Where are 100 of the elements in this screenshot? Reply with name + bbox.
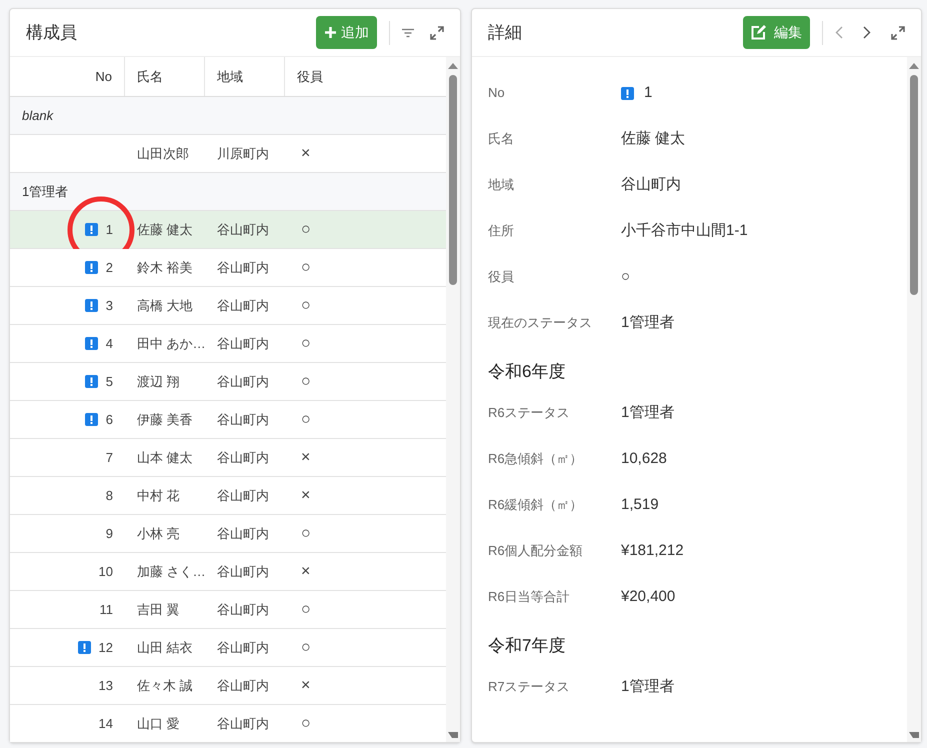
table-row[interactable]: 6 伊藤 美香 谷山町内 ○: [10, 401, 446, 439]
field-label: R6急傾斜（㎡）: [488, 450, 584, 467]
table-cell-text: 谷山町内: [217, 410, 269, 429]
edit-icon: [751, 25, 766, 40]
table-row[interactable]: 3 高橋 大地 谷山町内 ○: [10, 287, 446, 325]
table-row[interactable]: 8 中村 花 谷山町内 ×: [10, 477, 446, 515]
scrollbar-thumb[interactable]: [910, 75, 918, 295]
field-value: 1,519: [621, 495, 659, 515]
table-row[interactable]: 10 加藤 さく… 谷山町内 ×: [10, 553, 446, 591]
table-cell-text: ○: [300, 296, 311, 316]
table-row[interactable]: 2 鈴木 裕美 谷山町内 ○: [10, 249, 446, 287]
table-cell-text: 谷山町内: [217, 258, 269, 277]
table-cell-text: 小林 亮: [137, 524, 180, 543]
table-cell-text: 谷山町内: [217, 600, 269, 619]
table-row[interactable]: 11 吉田 翼 谷山町内 ○: [10, 591, 446, 629]
field-value: ¥20,400: [621, 587, 676, 607]
table-cell-text: 12: [98, 638, 113, 657]
table-cell-text: 渡辺 翔: [137, 372, 180, 391]
table-cell-text: 加藤 さく…: [137, 562, 206, 581]
column-header[interactable]: 地域: [205, 57, 285, 96]
scroll-up-icon[interactable]: [448, 63, 458, 69]
table-row[interactable]: 7 山本 健太 谷山町内 ×: [10, 439, 446, 477]
table-cell-text: 5: [106, 372, 113, 391]
table-cell-text: 田中 あか…: [137, 334, 206, 353]
field-value: 谷山町内: [621, 175, 681, 195]
table-cell-text: 谷山町内: [217, 486, 269, 505]
section-heading: 令和6年度: [488, 361, 566, 384]
table-cell-text: 7: [106, 448, 113, 467]
table-cell-text: 谷山町内: [217, 714, 269, 733]
table-cell-text: ○: [300, 258, 311, 278]
table-cell-text: 6: [106, 410, 113, 429]
table-cell-text: 谷山町内: [217, 220, 269, 239]
column-header[interactable]: No: [10, 57, 125, 96]
column-header[interactable]: 氏名: [125, 57, 205, 96]
table-cell-text: 吉田 翼: [137, 600, 180, 619]
field-label: R6個人配分金額: [488, 542, 584, 559]
previous-icon[interactable]: [835, 26, 843, 39]
table-cell-text: 川原町内: [217, 144, 269, 163]
table-cell-text: 9: [106, 524, 113, 543]
field-value: 1管理者: [621, 403, 674, 423]
plus-icon: [324, 26, 337, 39]
scrollbar-thumb[interactable]: [449, 75, 457, 285]
table-cell-text: 11: [100, 600, 113, 619]
table-cell-text: 13: [98, 676, 113, 695]
table-cell-text: 2: [106, 258, 113, 277]
table-cell-text: 山田 結衣: [137, 638, 193, 657]
table-cell-text: 谷山町内: [217, 334, 269, 353]
table-cell-text: 1: [106, 220, 113, 239]
field-value: ○: [621, 267, 630, 287]
field-value: 佐藤 健太: [621, 129, 686, 149]
table-cell-text: 山本 健太: [137, 448, 193, 467]
table-cell-text: 佐々木 誠: [137, 676, 193, 695]
table-cell-text: 鈴木 裕美: [137, 258, 193, 277]
table-cell-text: 中村 花: [137, 486, 180, 505]
table-cell-text: ○: [300, 220, 311, 240]
field-label: R6日当等合計: [488, 588, 571, 605]
field-label: 地域: [488, 176, 515, 193]
table-cell-text: 谷山町内: [217, 524, 269, 543]
table-cell-text: 佐藤 健太: [137, 220, 193, 239]
table-row[interactable]: 14 山口 愛 谷山町内 ○: [10, 705, 446, 742]
field-label: 役員: [488, 268, 515, 285]
table-cell-text: 山口 愛: [137, 714, 180, 733]
resize-grip-icon[interactable]: [448, 732, 458, 738]
table-cell-text: ×: [300, 448, 310, 468]
table-cell-text: 谷山町内: [217, 562, 269, 581]
filter-icon[interactable]: [402, 28, 414, 38]
field-label: R6ステータス: [488, 404, 571, 421]
resize-grip-icon[interactable]: [909, 732, 919, 738]
table-cell-text: 4: [106, 334, 113, 353]
group-header: blank: [22, 106, 54, 125]
table-cell-text: ○: [300, 524, 311, 544]
table-row[interactable]: 9 小林 亮 谷山町内 ○: [10, 515, 446, 553]
field-label: No: [488, 84, 506, 101]
section-heading: 令和7年度: [488, 635, 566, 658]
table-row[interactable]: 13 佐々木 誠 谷山町内 ×: [10, 667, 446, 705]
scroll-up-icon[interactable]: [909, 63, 919, 69]
field-value: 10,628: [621, 449, 667, 469]
table-row[interactable]: 4 田中 あか… 谷山町内 ○: [10, 325, 446, 363]
table-cell-text: ×: [300, 486, 310, 506]
table-cell-text: 14: [98, 714, 113, 733]
table-row[interactable]: 5 渡辺 翔 谷山町内 ○: [10, 363, 446, 401]
table-cell-text: ×: [300, 144, 310, 164]
table-cell-text: ×: [300, 562, 310, 582]
table-cell-text: ○: [300, 638, 311, 658]
table-cell-text: 谷山町内: [217, 448, 269, 467]
table-row[interactable]: 12 山田 結衣 谷山町内 ○: [10, 629, 446, 667]
field-value: 1: [644, 83, 652, 103]
group-header: 1管理者: [22, 182, 68, 201]
table-row[interactable]: 山田次郎 川原町内 ×: [10, 135, 446, 173]
table-cell-text: 谷山町内: [217, 676, 269, 695]
panel-title: 詳細: [488, 22, 522, 44]
table-cell-text: 8: [106, 486, 113, 505]
expand-icon[interactable]: [891, 26, 905, 40]
table-cell-text: ×: [300, 676, 310, 696]
expand-icon[interactable]: [430, 26, 444, 40]
table-cell-text: 谷山町内: [217, 296, 269, 315]
table-row[interactable]: 1 佐藤 健太 谷山町内 ○: [10, 211, 446, 249]
field-label: 氏名: [488, 130, 515, 147]
column-header[interactable]: 役員: [285, 57, 446, 96]
next-icon[interactable]: [863, 26, 871, 39]
